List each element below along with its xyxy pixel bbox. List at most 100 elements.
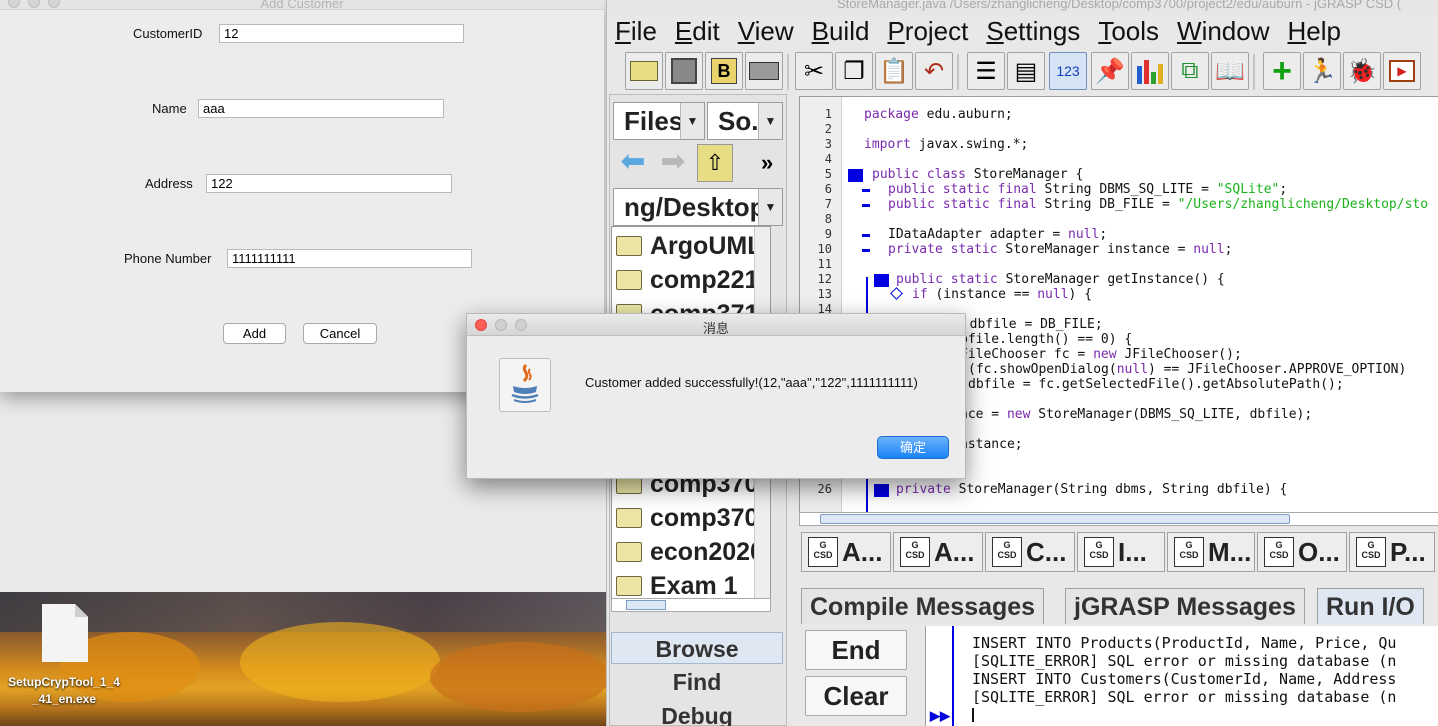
pin-icon[interactable]: 📌 (1091, 52, 1129, 90)
line-number: 2 (824, 122, 832, 136)
list-item[interactable]: comp370 (616, 501, 758, 535)
forward-arrow-icon[interactable]: ➡ (655, 144, 691, 182)
csd-field-marker (862, 204, 870, 207)
code-line: bfile.length() == 0) { (960, 332, 1133, 347)
scroll-thumb[interactable] (820, 514, 1290, 524)
paste-icon[interactable]: 📋 (875, 52, 913, 90)
copy-icon[interactable]: ❐ (835, 52, 873, 90)
ok-button[interactable]: 确定 (877, 436, 949, 459)
csd-icon[interactable]: ☰ (967, 52, 1005, 90)
menu-project[interactable]: Project (887, 16, 968, 50)
chevron-down-icon: ▼ (758, 189, 782, 225)
csd-file-icon: G CSD (1356, 537, 1386, 567)
run-icon[interactable]: 🏃 (1303, 52, 1341, 90)
debug-bug-icon[interactable]: 🐞 (1343, 52, 1381, 90)
tab-jgrasp-messages[interactable]: jGRASP Messages (1065, 588, 1305, 624)
menu-view[interactable]: View (738, 16, 794, 50)
customer-id-input[interactable]: 12 (219, 24, 464, 43)
code-line: (fc.showOpenDialog(null) == JFileChooser… (968, 362, 1407, 377)
presentation-icon[interactable]: ▶ (1383, 52, 1421, 90)
menu-file[interactable]: File (615, 16, 657, 50)
file-tab[interactable]: G CSD I... (1077, 532, 1165, 572)
output-line: [SQLITE_ERROR] SQL error or missing data… (972, 652, 1397, 670)
path-combo-label: ng/Desktop (624, 192, 766, 222)
list-item[interactable]: ArgoUML (616, 229, 762, 263)
code-line: nce = new StoreManager(DBMS_SQ_LITE, dbf… (960, 407, 1313, 422)
list-item[interactable]: econ2020 (616, 535, 764, 569)
menu-edit[interactable]: Edit (675, 16, 720, 50)
line-number: 11 (817, 257, 832, 271)
files-combo[interactable]: Files ▼ (613, 102, 705, 140)
sort-combo[interactable]: So... ▼ (707, 102, 783, 140)
files-combo-label: Files (624, 106, 684, 136)
file-tab[interactable]: G CSD C... (985, 532, 1075, 572)
cut-icon[interactable]: ✂ (795, 52, 833, 90)
file-tab[interactable]: G CSD P... (1349, 532, 1435, 572)
code-line: import javax.swing.*; (864, 137, 1029, 152)
end-button[interactable]: End (805, 630, 907, 670)
tree-icon[interactable]: ⧉ (1171, 52, 1209, 90)
bookmark-icon[interactable]: B (705, 52, 743, 90)
print-icon[interactable] (745, 52, 783, 90)
name-input[interactable]: aaa (198, 99, 444, 118)
chart-icon[interactable] (1131, 52, 1169, 90)
file-tab[interactable]: G CSD A... (801, 532, 891, 572)
line-number: 12 (817, 272, 832, 286)
csd-file-icon: G CSD (1084, 537, 1114, 567)
desktop-file-label[interactable]: SetupCrypTool_1_4 _41_en.exe (0, 674, 128, 708)
list-item[interactable]: comp221 (616, 263, 758, 297)
code-line: private StoreManager(String dbms, String… (896, 482, 1288, 497)
menu-window[interactable]: Window (1177, 16, 1269, 50)
editor-hscroll[interactable] (799, 512, 1438, 526)
up-folder-icon[interactable]: ⇧ (697, 144, 733, 182)
address-input[interactable]: 122 (206, 174, 452, 193)
list-item[interactable]: Exam 1 (616, 569, 738, 599)
output-line: [SQLITE_ERROR] SQL error or missing data… (972, 688, 1397, 706)
toolbar-separator (957, 54, 959, 90)
back-arrow-icon[interactable]: ⬅ (615, 144, 651, 182)
file-list-hscroll[interactable] (611, 598, 771, 612)
run-io-output[interactable]: INSERT INTO Products(ProductId, Name, Pr… (925, 626, 1438, 726)
tab-find[interactable]: Find (611, 666, 783, 698)
code-line: public static final String DBMS_SQ_LITE … (888, 182, 1288, 197)
folder-icon (616, 576, 642, 596)
path-combo[interactable]: ng/Desktop ▼ (613, 188, 783, 226)
cancel-button[interactable]: Cancel (303, 323, 377, 344)
open-folder-icon[interactable] (625, 52, 663, 90)
file-tab[interactable]: G CSD O... (1257, 532, 1347, 572)
more-icon[interactable]: » (761, 150, 773, 176)
undo-icon[interactable]: ↶ (915, 52, 953, 90)
output-line: INSERT INTO Products(ProductId, Name, Pr… (972, 634, 1397, 652)
line-number: 26 (817, 482, 832, 496)
file-tab[interactable]: G CSD M... (1167, 532, 1255, 572)
folder-icon (616, 236, 642, 256)
clear-button[interactable]: Clear (805, 676, 907, 716)
phone-input[interactable]: 1111111111 (227, 249, 472, 268)
menu-help[interactable]: Help (1288, 16, 1341, 50)
add-button[interactable]: Add (223, 323, 286, 344)
file-tab-label: P... (1390, 536, 1426, 567)
code-line: IDataAdapter adapter = null; (888, 227, 1108, 242)
menu-tools[interactable]: Tools (1098, 16, 1159, 50)
dialog-message: Customer added successfully!(12,"aaa","1… (585, 375, 918, 390)
line-number: 10 (817, 242, 832, 256)
folder-icon (616, 542, 642, 562)
book-icon[interactable]: 📖 (1211, 52, 1249, 90)
toolbar-separator (1253, 54, 1255, 90)
tab-run-io[interactable]: Run I/O (1317, 588, 1424, 624)
line-numbers-icon[interactable]: 123 (1049, 52, 1087, 90)
remove-csd-icon[interactable]: ▤ (1007, 52, 1045, 90)
message-dialog: 消息 Customer added successfully!(12,"aaa"… (466, 313, 966, 479)
folder-name: comp370 (650, 503, 759, 532)
tab-debug[interactable]: Debug (611, 700, 783, 726)
tab-browse[interactable]: Browse (611, 632, 783, 664)
file-tab[interactable]: G CSD A... (893, 532, 983, 572)
file-tab-label: M... (1208, 536, 1252, 567)
menu-build[interactable]: Build (812, 16, 870, 50)
dialog-title: 消息 (702, 321, 729, 336)
add-icon[interactable]: + (1263, 52, 1301, 90)
save-disk-icon[interactable] (665, 52, 703, 90)
menu-settings[interactable]: Settings (986, 16, 1080, 50)
tab-compile-messages[interactable]: Compile Messages (801, 588, 1045, 624)
window-title: Add Customer (260, 0, 344, 11)
